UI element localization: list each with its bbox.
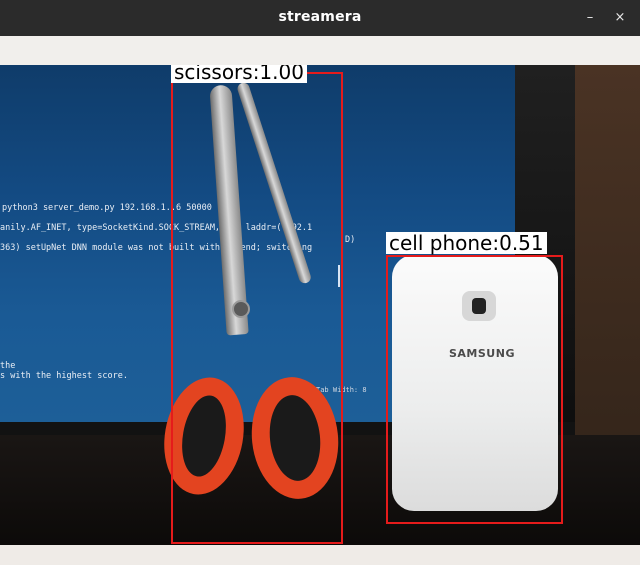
close-button[interactable]: × bbox=[610, 8, 630, 28]
detection-box-scissors bbox=[171, 72, 343, 544]
terminal-line: D) bbox=[345, 235, 356, 245]
title-bar: streamera – × bbox=[0, 0, 640, 36]
minimize-button[interactable]: – bbox=[580, 8, 600, 28]
camera-stream-view: python3 server_demo.py 192.168.1..6 5000… bbox=[0, 65, 640, 545]
detection-box-cell-phone bbox=[386, 255, 563, 524]
terminal-line: the bbox=[0, 361, 16, 371]
terminal-line: s with the highest score. bbox=[0, 371, 128, 381]
status-bar bbox=[0, 545, 640, 565]
window-title: streamera bbox=[278, 9, 362, 25]
detection-label-scissors: scissors:1.00 bbox=[171, 65, 307, 83]
detection-label-cell-phone: cell phone:0.51 bbox=[386, 232, 547, 254]
toolbar-area bbox=[0, 36, 640, 66]
